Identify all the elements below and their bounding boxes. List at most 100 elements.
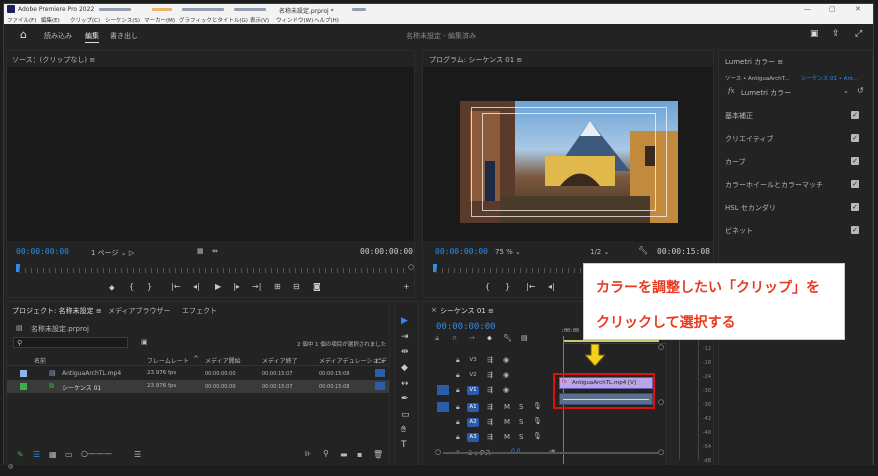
timeline-timecode[interactable]: 00:00:00:00 [436, 322, 496, 332]
track-select-tool-icon[interactable]: ⇥ [401, 332, 409, 342]
track-target-a2[interactable]: A2 [467, 418, 479, 427]
go-to-in-icon[interactable]: |← [171, 282, 180, 291]
project-row[interactable]: ▤ AntiguaArchTL.mp4 23.976 fps 00:00:00:… [7, 367, 389, 380]
icon-view-icon[interactable]: ▦ [49, 450, 57, 459]
razor-tool-icon[interactable]: ◆ [401, 363, 408, 373]
sync-lock-icon[interactable]: ⇶ [487, 403, 493, 411]
freeform-view-icon[interactable]: ▭ [65, 450, 73, 459]
column-framerate[interactable]: フレームレート [147, 356, 189, 365]
new-item-icon[interactable]: ▪ [357, 450, 362, 459]
menu-marker[interactable]: マーカー(M) [144, 16, 175, 24]
nest-icon[interactable]: ⫝ [435, 334, 439, 343]
checkbox-icon[interactable]: ✓ [851, 180, 859, 188]
zoom-slider[interactable]: ○——— [81, 449, 112, 458]
lumetri-section-color-wheels[interactable]: カラーホイールとカラーマッチ ✓ [725, 179, 865, 193]
sync-lock-icon[interactable]: ⇶ [487, 433, 493, 441]
column-name[interactable]: 名前 [34, 356, 46, 365]
mic-icon[interactable]: 🎙︎ [533, 402, 542, 410]
type-tool-icon[interactable]: T [401, 440, 407, 450]
tab-import[interactable]: 読み込み [44, 31, 72, 41]
menu-clip[interactable]: クリップ(C) [70, 16, 100, 24]
source-ruler[interactable] [19, 268, 409, 273]
lock-icon[interactable]: 🔒︎ [456, 403, 460, 412]
project-row[interactable]: ⧉ シーケンス 01 23.976 fps 00:00:00:00 00:00:… [7, 380, 389, 393]
track-target-v3[interactable]: V3 [467, 356, 479, 365]
pen-tool-icon[interactable]: ✒ [401, 394, 409, 404]
tab-export[interactable]: 書き出し [110, 31, 138, 41]
sequence-tab[interactable]: シーケンス 01 ≡ [440, 306, 494, 316]
rectangle-tool-icon[interactable]: ▭ [401, 410, 410, 420]
eye-icon[interactable]: ◉ [503, 356, 509, 364]
lock-icon[interactable]: 🔒︎ [456, 371, 460, 380]
solo-button[interactable]: S [519, 433, 523, 441]
program-resolution-select[interactable]: 1/2 ⌄ [590, 248, 609, 256]
lock-icon[interactable]: 🔒︎ [456, 433, 460, 442]
checkbox-icon[interactable]: ✓ [851, 226, 859, 234]
menu-view[interactable]: 表示(V) [250, 16, 269, 24]
eye-icon[interactable]: ◉ [503, 386, 509, 394]
snap-icon[interactable]: ∩ [452, 334, 457, 342]
vscroll-handle-icon[interactable]: ○ [658, 398, 664, 406]
vscroll-handle-icon[interactable]: ○ [658, 343, 664, 351]
lock-icon[interactable]: 🔒︎ [456, 356, 460, 365]
linked-selection-icon[interactable]: ⇝ [469, 334, 475, 342]
hand-tool-icon[interactable]: ✋︎ [401, 425, 406, 435]
reset-icon[interactable]: ↺ [857, 86, 864, 95]
sync-lock-icon[interactable]: ⇶ [487, 418, 493, 426]
step-back-icon[interactable]: ◂| [193, 282, 200, 291]
selection-tool-icon[interactable]: ▶ [401, 316, 408, 326]
zoom-scroll-start[interactable]: ○ [435, 448, 441, 456]
column-media-end[interactable]: メディア終了 [262, 356, 298, 365]
source-patch-a1[interactable] [437, 402, 449, 412]
lock-icon[interactable]: 🔒︎ [456, 386, 460, 395]
add-marker-icon[interactable]: ⬥ [487, 334, 492, 343]
mute-button[interactable]: M [504, 403, 510, 411]
tab-edit[interactable]: 編集 [85, 31, 99, 41]
menu-sequence[interactable]: シーケンス(S) [105, 16, 140, 24]
solo-button[interactable]: S [519, 403, 523, 411]
play-icon[interactable]: ▶ [215, 282, 221, 291]
slip-tool-icon[interactable]: ↔ [401, 379, 409, 389]
track-target-a3[interactable]: A3 [467, 433, 479, 442]
close-icon[interactable]: ✕ [855, 5, 861, 13]
track-target-v1[interactable]: V1 [467, 386, 479, 395]
marker-icon[interactable]: ⬥ [109, 283, 115, 293]
source-timecode-left[interactable]: 00:00:00:00 [16, 247, 69, 256]
work-area-bar[interactable] [563, 340, 659, 342]
share-icon[interactable]: ⇪ [832, 29, 840, 39]
track-target-a1[interactable]: A1 [467, 403, 479, 412]
lock-icon[interactable]: 🔒︎ [456, 418, 460, 427]
new-bin-bottom-icon[interactable]: ▬ [340, 450, 348, 459]
solo-button[interactable]: S [519, 418, 523, 426]
step-forward-icon[interactable]: |▸ [233, 282, 240, 291]
lumetri-section-vignette[interactable]: ビネット ✓ [725, 225, 865, 239]
add-button-icon[interactable]: + [403, 282, 410, 291]
sync-lock-icon[interactable]: ⇶ [487, 386, 493, 394]
tab-effects[interactable]: エフェクト [182, 306, 217, 316]
close-sequence-icon[interactable]: × [431, 306, 437, 314]
checkbox-icon[interactable]: ✓ [851, 157, 859, 165]
menu-graphics[interactable]: グラフィックとタイトル(G) [179, 16, 248, 24]
source-patch-v1[interactable] [437, 385, 449, 395]
checkbox-icon[interactable]: ✓ [851, 203, 859, 211]
captions-icon[interactable]: ▤ [521, 334, 528, 342]
eye-icon[interactable]: ◉ [503, 371, 509, 379]
lumetri-section-creative[interactable]: クリエイティブ ✓ [725, 133, 865, 147]
wrench-icon[interactable]: 🔧︎ [638, 246, 648, 255]
menu-file[interactable]: ファイル(F) [7, 16, 36, 24]
lumetri-section-basic[interactable]: 基本補正 ✓ [725, 110, 865, 124]
program-step-back-icon[interactable]: ◂| [548, 282, 555, 291]
sync-lock-icon[interactable]: ⇶ [487, 371, 493, 379]
checkbox-icon[interactable]: ✓ [851, 111, 859, 119]
lumetri-section-hsl[interactable]: HSL セカンダリ ✓ [725, 202, 865, 216]
export-frame-icon[interactable]: ◙ [313, 282, 321, 291]
menu-help[interactable]: ヘルプ(H) [314, 16, 339, 24]
find-icon[interactable]: ⚲ [323, 449, 329, 458]
timeline-horizontal-scroll[interactable] [443, 452, 658, 454]
source-panel-title[interactable]: ソース：(クリップなし) ≡ [12, 55, 95, 65]
program-mark-in-icon[interactable]: { [485, 282, 490, 291]
program-timecode-left[interactable]: 00:00:00:00 [435, 247, 488, 256]
effect-dropdown-icon[interactable]: ⌄ [843, 87, 849, 95]
lumetri-sequence-clip[interactable]: シーケンス 01 • Ant... [801, 74, 858, 82]
settings-icon[interactable]: ▦ [197, 247, 204, 255]
